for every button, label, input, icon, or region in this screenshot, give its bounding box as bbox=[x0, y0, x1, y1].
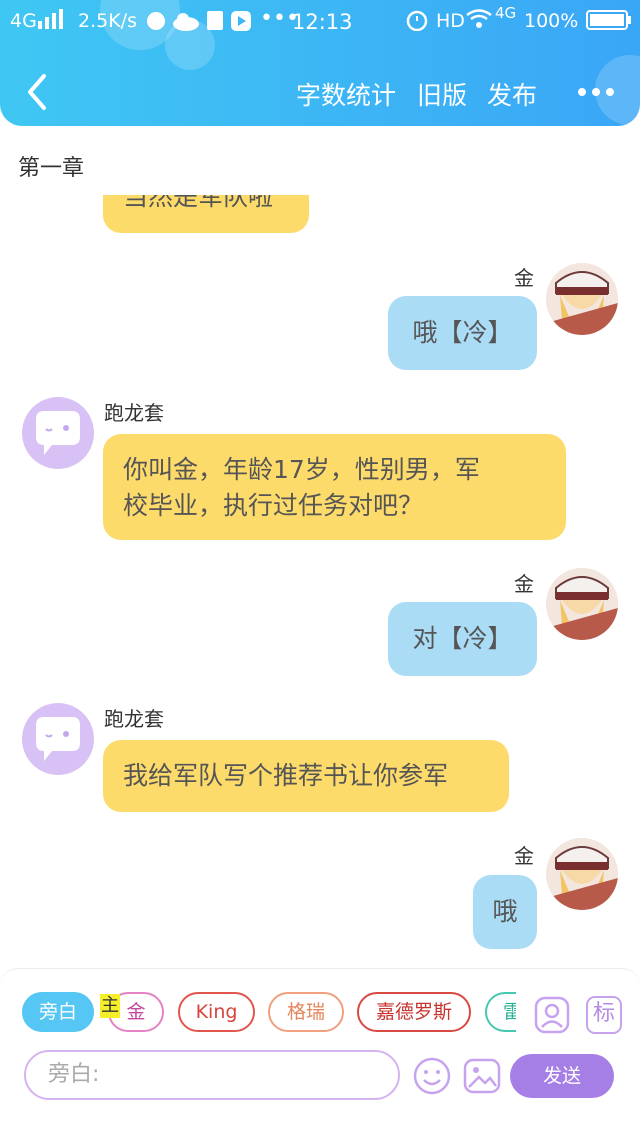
message-text-line: 你叫金，年龄17岁，性别男，军 bbox=[123, 455, 480, 484]
speaker-name: 金 bbox=[514, 266, 534, 290]
avatar[interactable] bbox=[546, 568, 618, 640]
character-avatar-icon bbox=[546, 838, 618, 910]
character-chip-narration[interactable]: 旁白 bbox=[22, 992, 94, 1032]
old-version-button[interactable]: 旧版 bbox=[417, 76, 467, 112]
chip-label: 嘉德罗斯 bbox=[375, 1001, 452, 1023]
message-text: 当然是军队啦 bbox=[123, 195, 274, 211]
chevron-left-icon bbox=[28, 74, 46, 110]
tag-label: 标 bbox=[592, 1001, 615, 1026]
chip-label: 格瑞 bbox=[286, 1001, 325, 1023]
back-button[interactable] bbox=[20, 70, 56, 114]
word-count-button[interactable]: 字数统计 bbox=[296, 76, 396, 112]
signal-icon bbox=[38, 9, 66, 34]
app-notification-icon bbox=[146, 11, 166, 36]
chapter-title: 第一章 bbox=[18, 156, 85, 181]
chat-bubble-icon bbox=[36, 411, 80, 455]
speaker-name: 跑龙套 bbox=[104, 707, 164, 731]
speaker-name: 金 bbox=[514, 572, 534, 596]
chip-label: King bbox=[195, 1001, 238, 1023]
clipboard-icon bbox=[206, 9, 224, 36]
send-button[interactable]: 发送 bbox=[510, 1054, 614, 1098]
battery-icon bbox=[586, 10, 632, 35]
cloud-icon bbox=[172, 11, 200, 36]
smiley-icon bbox=[413, 1057, 451, 1095]
character-chip-jiadeluosi[interactable]: 嘉德罗斯 bbox=[357, 992, 471, 1032]
status-bar: 4G 2.5K/s ••• 12:13 HD 4G 100% bbox=[0, 4, 640, 38]
character-profile-icon bbox=[534, 996, 570, 1034]
alarm-icon bbox=[406, 9, 428, 36]
play-icon bbox=[230, 10, 252, 37]
add-character-button[interactable] bbox=[534, 996, 570, 1038]
avatar[interactable] bbox=[22, 703, 94, 775]
dot bbox=[592, 88, 600, 96]
dot bbox=[578, 88, 586, 96]
input-placeholder: 旁白: bbox=[48, 1062, 100, 1087]
message-text-line: 校毕业，执行过任务对吧？ bbox=[123, 491, 424, 520]
publish-button[interactable]: 发布 bbox=[487, 76, 537, 112]
protagonist-badge: 主 bbox=[100, 994, 120, 1018]
network-label: 4G bbox=[10, 10, 37, 32]
more-options-button[interactable] bbox=[578, 88, 614, 98]
image-button[interactable] bbox=[462, 1056, 502, 1100]
network-type-label: 4G bbox=[495, 4, 517, 22]
message-bubble[interactable]: 对【冷】 bbox=[388, 602, 537, 676]
message-text: 我给军队写个推荐书让你参军 bbox=[123, 761, 449, 790]
emoji-button[interactable] bbox=[412, 1056, 452, 1100]
battery-level: 100% bbox=[524, 10, 579, 32]
top-bar: 4G 2.5K/s ••• 12:13 HD 4G 100% 字数统计 旧版 发… bbox=[0, 0, 640, 126]
message-bubble[interactable]: 哦 bbox=[473, 875, 537, 949]
chip-label: 旁白 bbox=[38, 1001, 77, 1023]
character-avatar-icon bbox=[546, 263, 618, 335]
avatar[interactable] bbox=[22, 397, 94, 469]
image-icon bbox=[463, 1058, 501, 1094]
avatar[interactable] bbox=[546, 838, 618, 910]
character-chip-king[interactable]: King bbox=[178, 992, 255, 1032]
message-bubble[interactable]: 哦【冷】 bbox=[388, 296, 537, 370]
net-speed: 2.5K/s bbox=[78, 10, 137, 32]
chat-bubble-icon bbox=[36, 717, 80, 761]
character-avatar-icon bbox=[546, 568, 618, 640]
clock: 12:13 bbox=[292, 10, 353, 34]
speaker-name: 金 bbox=[514, 844, 534, 868]
send-label: 发送 bbox=[542, 1065, 581, 1087]
chat-area[interactable]: 当然是军队啦 金 哦【冷】 跑龙套 你叫金，年龄17岁，性别男，军 校毕业，执行… bbox=[0, 195, 640, 965]
tag-button[interactable]: 标 bbox=[586, 996, 622, 1034]
speaker-name: 跑龙套 bbox=[104, 401, 164, 425]
message-bubble[interactable]: 当然是军队啦 bbox=[103, 195, 309, 233]
character-chip-gerui[interactable]: 格瑞 bbox=[268, 992, 344, 1032]
avatar[interactable] bbox=[546, 263, 618, 335]
message-input[interactable]: 旁白: bbox=[24, 1050, 400, 1100]
chip-label: 金 bbox=[126, 1001, 146, 1023]
message-bubble[interactable]: 我给军队写个推荐书让你参军 bbox=[103, 740, 509, 812]
message-text: 哦 bbox=[492, 897, 518, 926]
hd-label: HD bbox=[436, 10, 465, 32]
dot bbox=[606, 88, 614, 96]
message-text: 对【冷】 bbox=[412, 624, 513, 653]
chip-label: 雷 bbox=[503, 1001, 516, 1023]
message-bubble[interactable]: 你叫金，年龄17岁，性别男，军 校毕业，执行过任务对吧？ bbox=[103, 434, 566, 540]
wifi-icon bbox=[466, 9, 492, 34]
message-text: 哦【冷】 bbox=[412, 318, 513, 347]
